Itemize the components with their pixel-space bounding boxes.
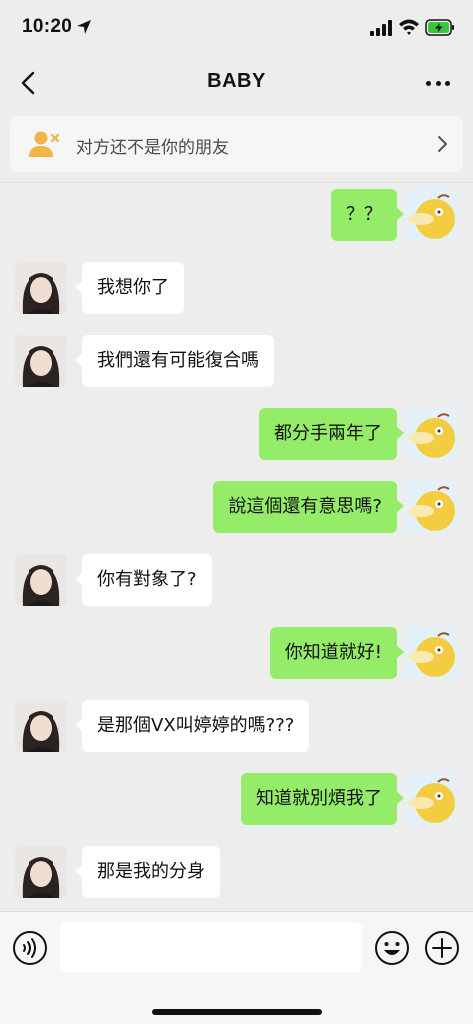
status-time: 10:20 (22, 16, 73, 37)
add-contact-icon (29, 131, 60, 157)
my-avatar[interactable] (405, 627, 457, 679)
home-indicator (152, 1009, 322, 1015)
duck-avatar-icon (408, 413, 455, 458)
girl-avatar-icon (22, 857, 60, 898)
status-bar: 10:20 (0, 0, 473, 58)
duck-avatar-icon (408, 632, 455, 677)
location-arrow-icon (77, 20, 91, 34)
more-dot (435, 80, 441, 86)
battery-charging-icon (425, 19, 454, 36)
my-message-bubble[interactable]: 你知道就好! (269, 627, 405, 679)
duck-avatar-icon (408, 778, 455, 823)
contact-avatar[interactable] (15, 846, 67, 898)
emoji-button[interactable] (374, 930, 410, 966)
my-message-bubble[interactable]: 知道就別煩我了 (241, 773, 404, 825)
banner-text: 对方还不是你的朋友 (76, 138, 229, 158)
more-dot (445, 80, 450, 86)
contact-message-bubble[interactable]: 那是我的分身 (75, 846, 220, 898)
contact-message-bubble[interactable]: 我想你了 (75, 262, 184, 314)
my-avatar[interactable] (405, 481, 457, 533)
contact-message-bubble[interactable]: 是那個VX叫婷婷的嗎??? (74, 700, 310, 752)
my-avatar[interactable] (405, 189, 457, 241)
contact-avatar[interactable] (15, 554, 67, 606)
girl-avatar-icon (22, 565, 60, 606)
contact-message-bubble[interactable]: 我們還有可能復合嗎 (75, 335, 274, 387)
my-message-bubble[interactable]: ？？ (331, 189, 404, 241)
contact-message-bubble[interactable]: 你有對象了? (75, 554, 212, 606)
more-options-button[interactable] (420, 72, 456, 94)
duck-avatar-icon (408, 486, 455, 531)
contact-avatar[interactable] (15, 700, 67, 752)
cellular-signal-icon (370, 20, 392, 36)
input-bar (0, 911, 473, 1024)
chevron-right-icon (438, 136, 447, 152)
girl-avatar-icon (22, 346, 60, 387)
my-message-bubble[interactable]: 說這個還有意思嗎? (213, 481, 404, 533)
chat-title: BABY (207, 70, 266, 92)
girl-avatar-icon (22, 711, 60, 752)
my-message-bubble[interactable]: 都分手兩年了 (259, 408, 404, 460)
more-actions-plus-button[interactable] (424, 930, 460, 966)
girl-avatar-icon (22, 273, 60, 314)
contact-avatar[interactable] (15, 335, 67, 387)
chat-area[interactable]: ？？ 我想你了 我們還有可能復合嗎 都分手兩年了 說這個還有意思嗎? 你有對象了… (0, 183, 473, 911)
message-input[interactable] (60, 922, 362, 972)
wifi-icon (399, 19, 419, 35)
not-friend-banner[interactable]: 对方还不是你的朋友 (10, 116, 463, 172)
more-dot (426, 80, 431, 86)
contact-avatar[interactable] (15, 262, 67, 314)
my-avatar[interactable] (405, 773, 457, 825)
my-avatar[interactable] (405, 408, 457, 460)
nav-bar: BABY (0, 58, 473, 108)
voice-input-button[interactable] (12, 930, 48, 966)
duck-avatar-icon (408, 194, 455, 239)
